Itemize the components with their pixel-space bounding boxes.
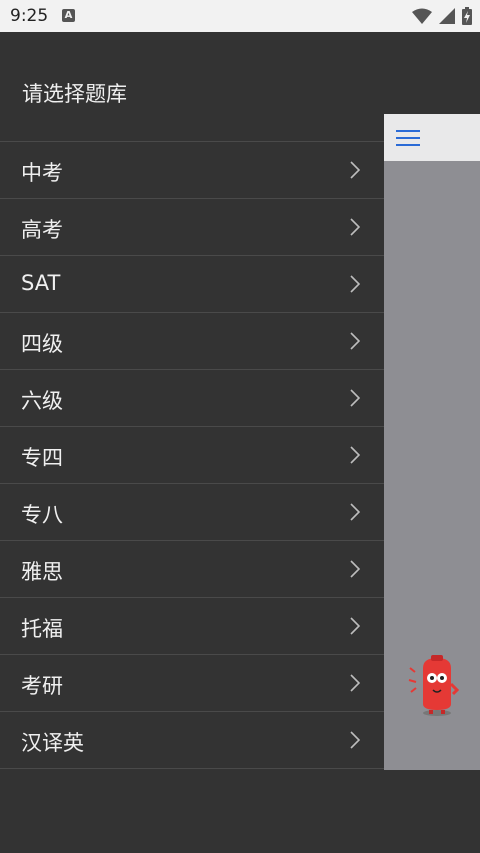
content-panel-dimmed[interactable] — [384, 114, 480, 770]
chevron-right-icon — [350, 503, 360, 521]
chevron-right-icon — [350, 560, 360, 578]
status-bar: 9:25 A — [0, 0, 480, 32]
menu-item-label: 雅思 — [21, 560, 63, 584]
menu-item-label: 六级 — [21, 389, 63, 413]
chevron-right-icon — [350, 731, 360, 749]
chevron-right-icon — [350, 275, 360, 293]
navigation-drawer: 请选择题库 中考 高考 SAT 四级 六级 专四 专八 雅思 托福 考研 汉译英 — [0, 32, 384, 853]
menu-item-hanyiying[interactable]: 汉译英 — [0, 712, 384, 769]
menu-item-ielts[interactable]: 雅思 — [0, 541, 384, 598]
hamburger-menu-icon[interactable] — [396, 128, 420, 148]
wifi-icon — [412, 8, 432, 24]
mascot-icon[interactable] — [407, 654, 459, 716]
signal-icon — [439, 8, 455, 24]
drawer-title: 请选择题库 — [22, 82, 127, 106]
menu-item-tem4[interactable]: 专四 — [0, 427, 384, 484]
menu-item-gaokao[interactable]: 高考 — [0, 199, 384, 256]
menu-item-label: 汉译英 — [21, 731, 84, 755]
menu-item-label: 考研 — [21, 674, 63, 698]
status-icons — [412, 7, 472, 25]
menu-item-cet6[interactable]: 六级 — [0, 370, 384, 427]
menu-item-label: 专四 — [21, 446, 63, 470]
chevron-right-icon — [350, 218, 360, 236]
chevron-right-icon — [350, 674, 360, 692]
menu-item-cet4[interactable]: 四级 — [0, 313, 384, 370]
notification-icon: A — [62, 9, 75, 22]
menu-item-label: 托福 — [21, 617, 63, 641]
battery-charging-icon — [462, 7, 472, 25]
menu-item-kaoyan[interactable]: 考研 — [0, 655, 384, 712]
menu-item-label: SAT — [21, 271, 61, 295]
menu-item-label: 中考 — [21, 161, 63, 185]
chevron-right-icon — [350, 389, 360, 407]
status-time: 9:25 — [10, 6, 49, 26]
menu-item-tem8[interactable]: 专八 — [0, 484, 384, 541]
chevron-right-icon — [350, 161, 360, 179]
chevron-right-icon — [350, 332, 360, 350]
menu-item-label: 专八 — [21, 503, 63, 527]
drawer-header: 请选择题库 — [0, 32, 384, 142]
menu-item-label: 高考 — [21, 218, 63, 242]
menu-item-zhongkao[interactable]: 中考 — [0, 142, 384, 199]
menu-item-label: 四级 — [21, 332, 63, 356]
menu-item-toefl[interactable]: 托福 — [0, 598, 384, 655]
content-toolbar — [384, 114, 480, 161]
chevron-right-icon — [350, 446, 360, 464]
menu-item-sat[interactable]: SAT — [0, 256, 384, 313]
chevron-right-icon — [350, 617, 360, 635]
